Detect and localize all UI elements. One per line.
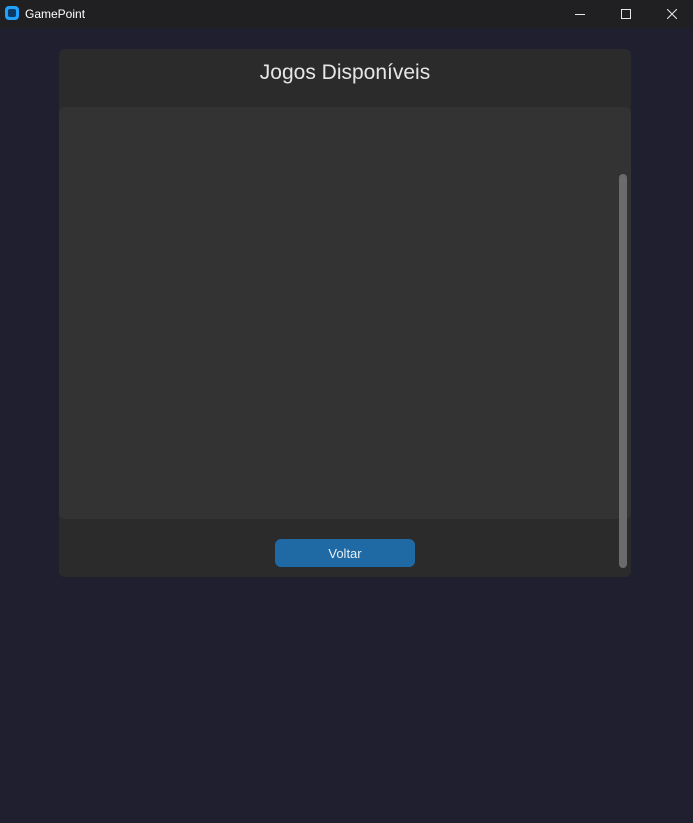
app-logo-icon [5, 6, 19, 20]
title-bar[interactable]: GamePoint [0, 0, 693, 28]
games-list[interactable] [59, 107, 631, 568]
scrollbar[interactable] [619, 174, 627, 568]
minimize-button[interactable] [557, 0, 603, 28]
maximize-button[interactable] [603, 0, 649, 28]
back-button[interactable]: Voltar [275, 539, 415, 567]
minimize-icon [575, 14, 585, 15]
games-panel: Jogos Disponíveis Voltar [59, 49, 631, 577]
close-icon [667, 9, 677, 19]
page-title: Jogos Disponíveis [259, 61, 431, 84]
close-button[interactable] [649, 0, 693, 28]
window-title: GamePoint [25, 7, 86, 21]
maximize-icon [621, 9, 631, 19]
